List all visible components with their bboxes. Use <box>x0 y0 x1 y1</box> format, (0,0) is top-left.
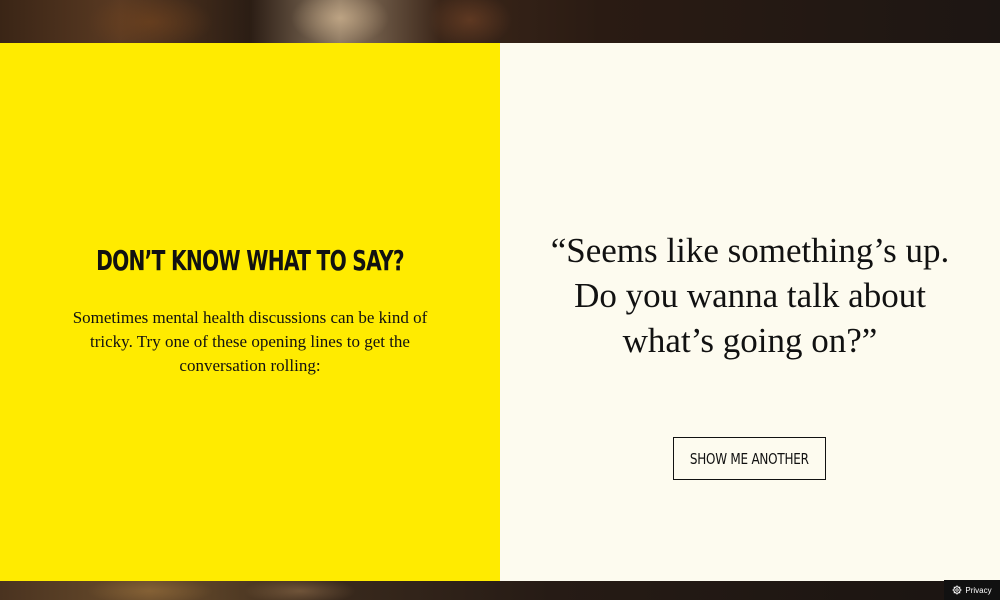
bottom-background-image <box>0 581 1000 600</box>
section-heading: DON’T KNOW WHAT TO SAY? <box>96 244 405 277</box>
top-background-image <box>0 0 1000 43</box>
show-me-another-label: SHOW ME ANOTHER <box>690 449 809 468</box>
gear-icon <box>952 585 962 595</box>
privacy-label: Privacy <box>965 585 992 595</box>
intro-text: Sometimes mental health discussions can … <box>72 308 428 375</box>
privacy-badge[interactable]: Privacy <box>944 580 1000 600</box>
show-me-another-button[interactable]: SHOW ME ANOTHER <box>673 437 826 480</box>
opening-line-quote: “Seems like something’s up. Do you wanna… <box>550 231 950 360</box>
